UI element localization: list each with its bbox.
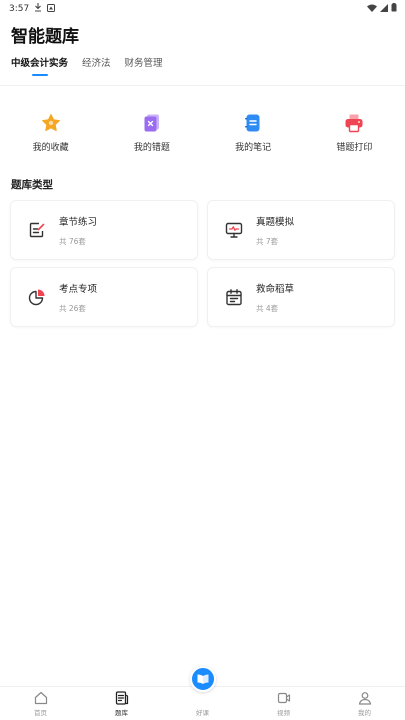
key-points-card[interactable]: 考点专项 共 26套: [10, 267, 198, 327]
question-bank-icon: [114, 690, 130, 706]
monitor-icon: [224, 220, 244, 240]
tab-financial-management[interactable]: 财务管理: [125, 55, 163, 69]
home-icon: [33, 690, 49, 706]
chapter-practice-count: 共 76套: [59, 236, 86, 246]
my-favorites-button[interactable]: 我的收藏: [6, 112, 96, 176]
question-type-grid: 章节练习 共 76套 真题模拟 共 7套 考点专项 共 26套 救命稻草 共 4…: [0, 198, 405, 327]
print-wrong-questions-button[interactable]: 错题打印: [309, 112, 399, 176]
nav-question-bank-label: 题库: [115, 709, 128, 717]
download-icon: [34, 3, 42, 15]
nav-question-bank[interactable]: 题库: [92, 690, 152, 717]
section-title: 题库类型: [11, 179, 53, 191]
printer-icon: [343, 112, 365, 134]
nav-video[interactable]: 视频: [254, 690, 314, 717]
user-icon: [357, 690, 373, 706]
my-wrong-questions-label: 我的错题: [133, 143, 170, 153]
chapter-practice-card[interactable]: 章节练习 共 76套: [10, 200, 198, 260]
nav-profile-label: 我的: [358, 709, 371, 717]
wifi-icon: [367, 4, 377, 15]
edit-document-icon: [27, 220, 47, 240]
nav-courses[interactable]: 好课: [173, 666, 233, 717]
print-wrong-questions-label: 错题打印: [336, 143, 373, 153]
mock-exam-card[interactable]: 真题模拟 共 7套: [207, 200, 395, 260]
key-points-title: 考点专项: [59, 283, 98, 295]
pie-chart-icon: [27, 287, 47, 307]
book-icon: [189, 666, 216, 692]
status-bar: 3:57: [0, 0, 405, 18]
calendar-icon: [224, 287, 244, 307]
tab-accounting-practice[interactable]: 中级会计实务: [11, 55, 68, 69]
nav-home[interactable]: 首页: [11, 690, 71, 717]
nav-home-label: 首页: [34, 709, 47, 717]
status-right: [367, 3, 397, 15]
subject-tabs: 中级会计实务 经济法 财务管理: [0, 46, 405, 86]
star-icon: [40, 112, 62, 134]
nav-video-label: 视频: [277, 709, 290, 717]
signal-icon: [380, 3, 388, 15]
key-points-count: 共 26套: [59, 303, 86, 313]
mock-exam-title: 真题模拟: [256, 216, 295, 228]
notification-icon: [47, 3, 56, 15]
page-title: 智能题库: [11, 27, 79, 47]
bottom-nav: 首页 题库 好课 视频 我的: [0, 666, 405, 720]
notes-icon: [242, 112, 264, 134]
battery-icon: [391, 3, 397, 15]
my-wrong-questions-button[interactable]: 我的错题: [107, 112, 197, 176]
lifesaver-card[interactable]: 救命稻草 共 4套: [207, 267, 395, 327]
my-favorites-label: 我的收藏: [32, 143, 69, 153]
video-icon: [276, 690, 292, 706]
quick-actions: 我的收藏 我的错题 我的笔记 错题打印: [0, 86, 405, 176]
my-notes-label: 我的笔记: [235, 143, 272, 153]
status-left: 3:57: [9, 3, 56, 15]
tab-economic-law[interactable]: 经济法: [82, 55, 111, 69]
my-notes-button[interactable]: 我的笔记: [208, 112, 298, 176]
chapter-practice-title: 章节练习: [59, 216, 98, 228]
lifesaver-title: 救命稻草: [256, 283, 295, 295]
nav-profile[interactable]: 我的: [335, 690, 395, 717]
status-time: 3:57: [9, 4, 30, 14]
mock-exam-count: 共 7套: [256, 236, 279, 246]
nav-courses-label: 好课: [196, 709, 209, 717]
lifesaver-count: 共 4套: [256, 303, 279, 313]
wrong-questions-icon: [141, 112, 163, 134]
